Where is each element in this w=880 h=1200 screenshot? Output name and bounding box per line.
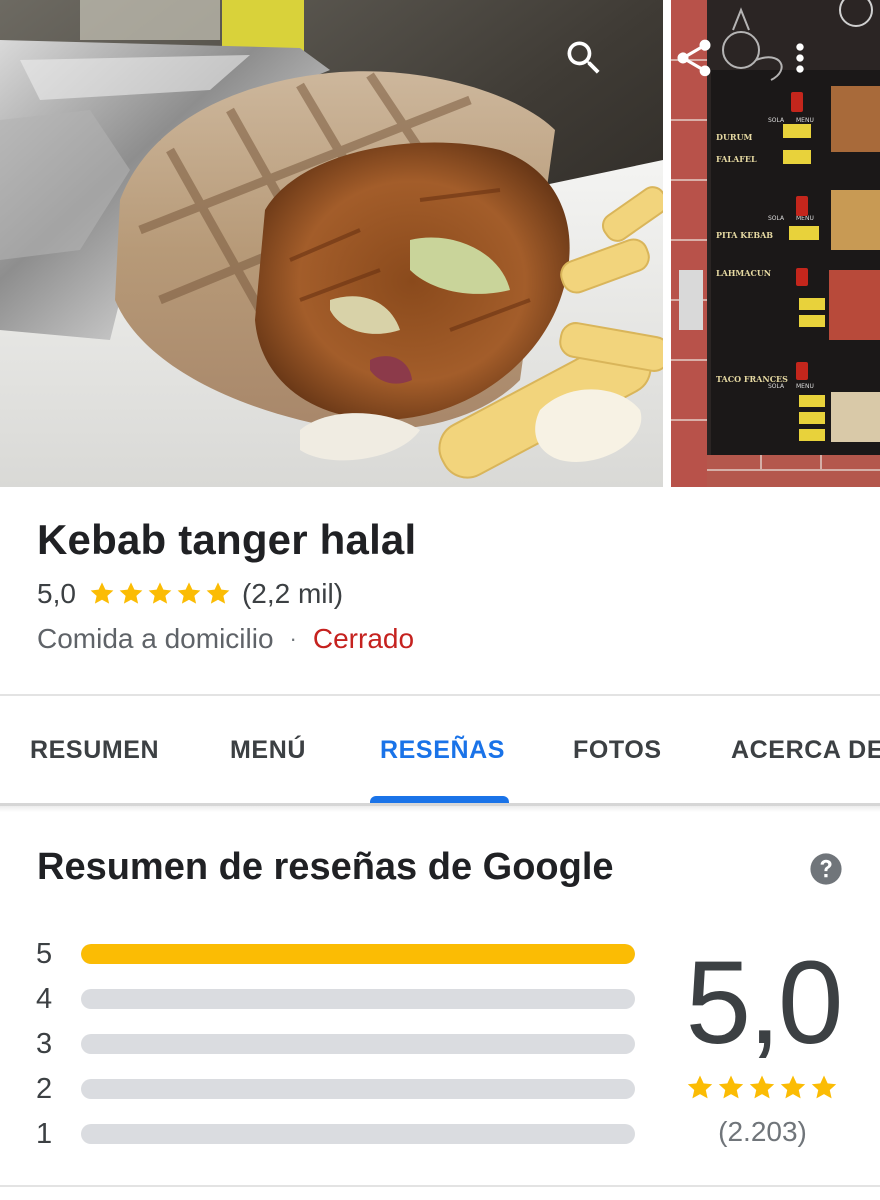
svg-text:DURUM: DURUM <box>716 132 753 142</box>
meta-separator: · <box>289 626 297 651</box>
rating-bar-track <box>81 1124 635 1144</box>
share-button[interactable] <box>666 30 722 86</box>
rating-bar-label: 2 <box>36 1073 53 1105</box>
rating-bar-row: 1 <box>36 1114 636 1154</box>
star-icon <box>119 582 143 604</box>
tab-resenas[interactable]: RESEÑAS <box>380 696 505 804</box>
section-divider <box>0 1185 880 1187</box>
svg-text:SOLA: SOLA <box>768 117 785 124</box>
share-icon <box>677 39 711 77</box>
star-icon <box>718 1075 744 1099</box>
tab-acerca-de[interactable]: ACERCA DE <box>731 696 880 804</box>
svg-text:PITA KEBAB: PITA KEBAB <box>716 230 773 240</box>
star-icon <box>206 582 230 604</box>
svg-text:MENU: MENU <box>796 117 814 124</box>
svg-text:SOLA: SOLA <box>768 383 785 390</box>
hero-photo-strip: DURUM FALAFEL PITA KEBAB LAHMACUN TACO F… <box>0 0 880 487</box>
star-icon <box>687 1075 713 1099</box>
svg-text:FALAFEL: FALAFEL <box>716 154 757 164</box>
svg-text:MENU: MENU <box>796 383 814 390</box>
rating-bar-label: 5 <box>36 938 53 970</box>
place-category: Comida a domicilio <box>37 623 274 654</box>
overall-score: 5,0 <box>685 937 843 1069</box>
open-status[interactable]: Cerrado <box>313 623 414 655</box>
search-button[interactable] <box>556 30 612 86</box>
more-options-button[interactable] <box>772 30 828 86</box>
rating-bar-row: 4 <box>36 979 636 1019</box>
star-icon <box>148 582 172 604</box>
rating-bar-row: 5 <box>36 934 636 974</box>
help-circle-icon <box>810 853 842 885</box>
rating-bar-track <box>81 944 635 964</box>
star-icon <box>749 1075 775 1099</box>
reviews-summary-title: Resumen de reseñas de Google <box>37 846 614 888</box>
tab-bar: RESUMEN MENÚ RESEÑAS FOTOS ACERCA DE <box>0 696 880 804</box>
rating-stars <box>88 580 232 608</box>
search-icon <box>567 41 600 74</box>
svg-text:LAHMACUN: LAHMACUN <box>716 268 771 278</box>
rating-bar-fill <box>81 944 635 964</box>
rating-value: 5,0 <box>37 578 76 609</box>
rating-bar-label: 4 <box>36 983 53 1015</box>
tab-fotos[interactable]: FOTOS <box>573 696 662 804</box>
rating-bar-track <box>81 1034 635 1054</box>
tab-shadow <box>0 806 880 812</box>
more-vert-icon <box>796 43 804 73</box>
star-icon <box>811 1075 837 1099</box>
total-review-count[interactable]: (2.203) <box>685 1116 840 1148</box>
svg-text:SOLA: SOLA <box>768 215 785 222</box>
svg-text:MENU: MENU <box>796 215 814 222</box>
rating-bar-row: 3 <box>36 1024 636 1064</box>
overall-stars <box>685 1073 839 1103</box>
help-button[interactable] <box>809 852 843 886</box>
place-title: Kebab tanger halal <box>37 516 417 563</box>
star-icon <box>90 582 114 604</box>
rating-bar-label: 1 <box>36 1118 53 1150</box>
rating-bar-track <box>81 989 635 1009</box>
tab-menu[interactable]: MENÚ <box>230 696 306 804</box>
rating-bar-track <box>81 1079 635 1099</box>
place-meta: Comida a domicilio · Cerrado <box>37 620 414 658</box>
rating-bar-row: 2 <box>36 1069 636 1109</box>
rating-bar-label: 3 <box>36 1028 53 1060</box>
rating-summary[interactable]: 5,0 (2,2 mil) <box>37 576 343 612</box>
star-icon <box>177 582 201 604</box>
tab-resumen[interactable]: RESUMEN <box>30 696 159 804</box>
review-count-short: (2,2 mil) <box>241 578 344 609</box>
star-icon <box>780 1075 806 1099</box>
